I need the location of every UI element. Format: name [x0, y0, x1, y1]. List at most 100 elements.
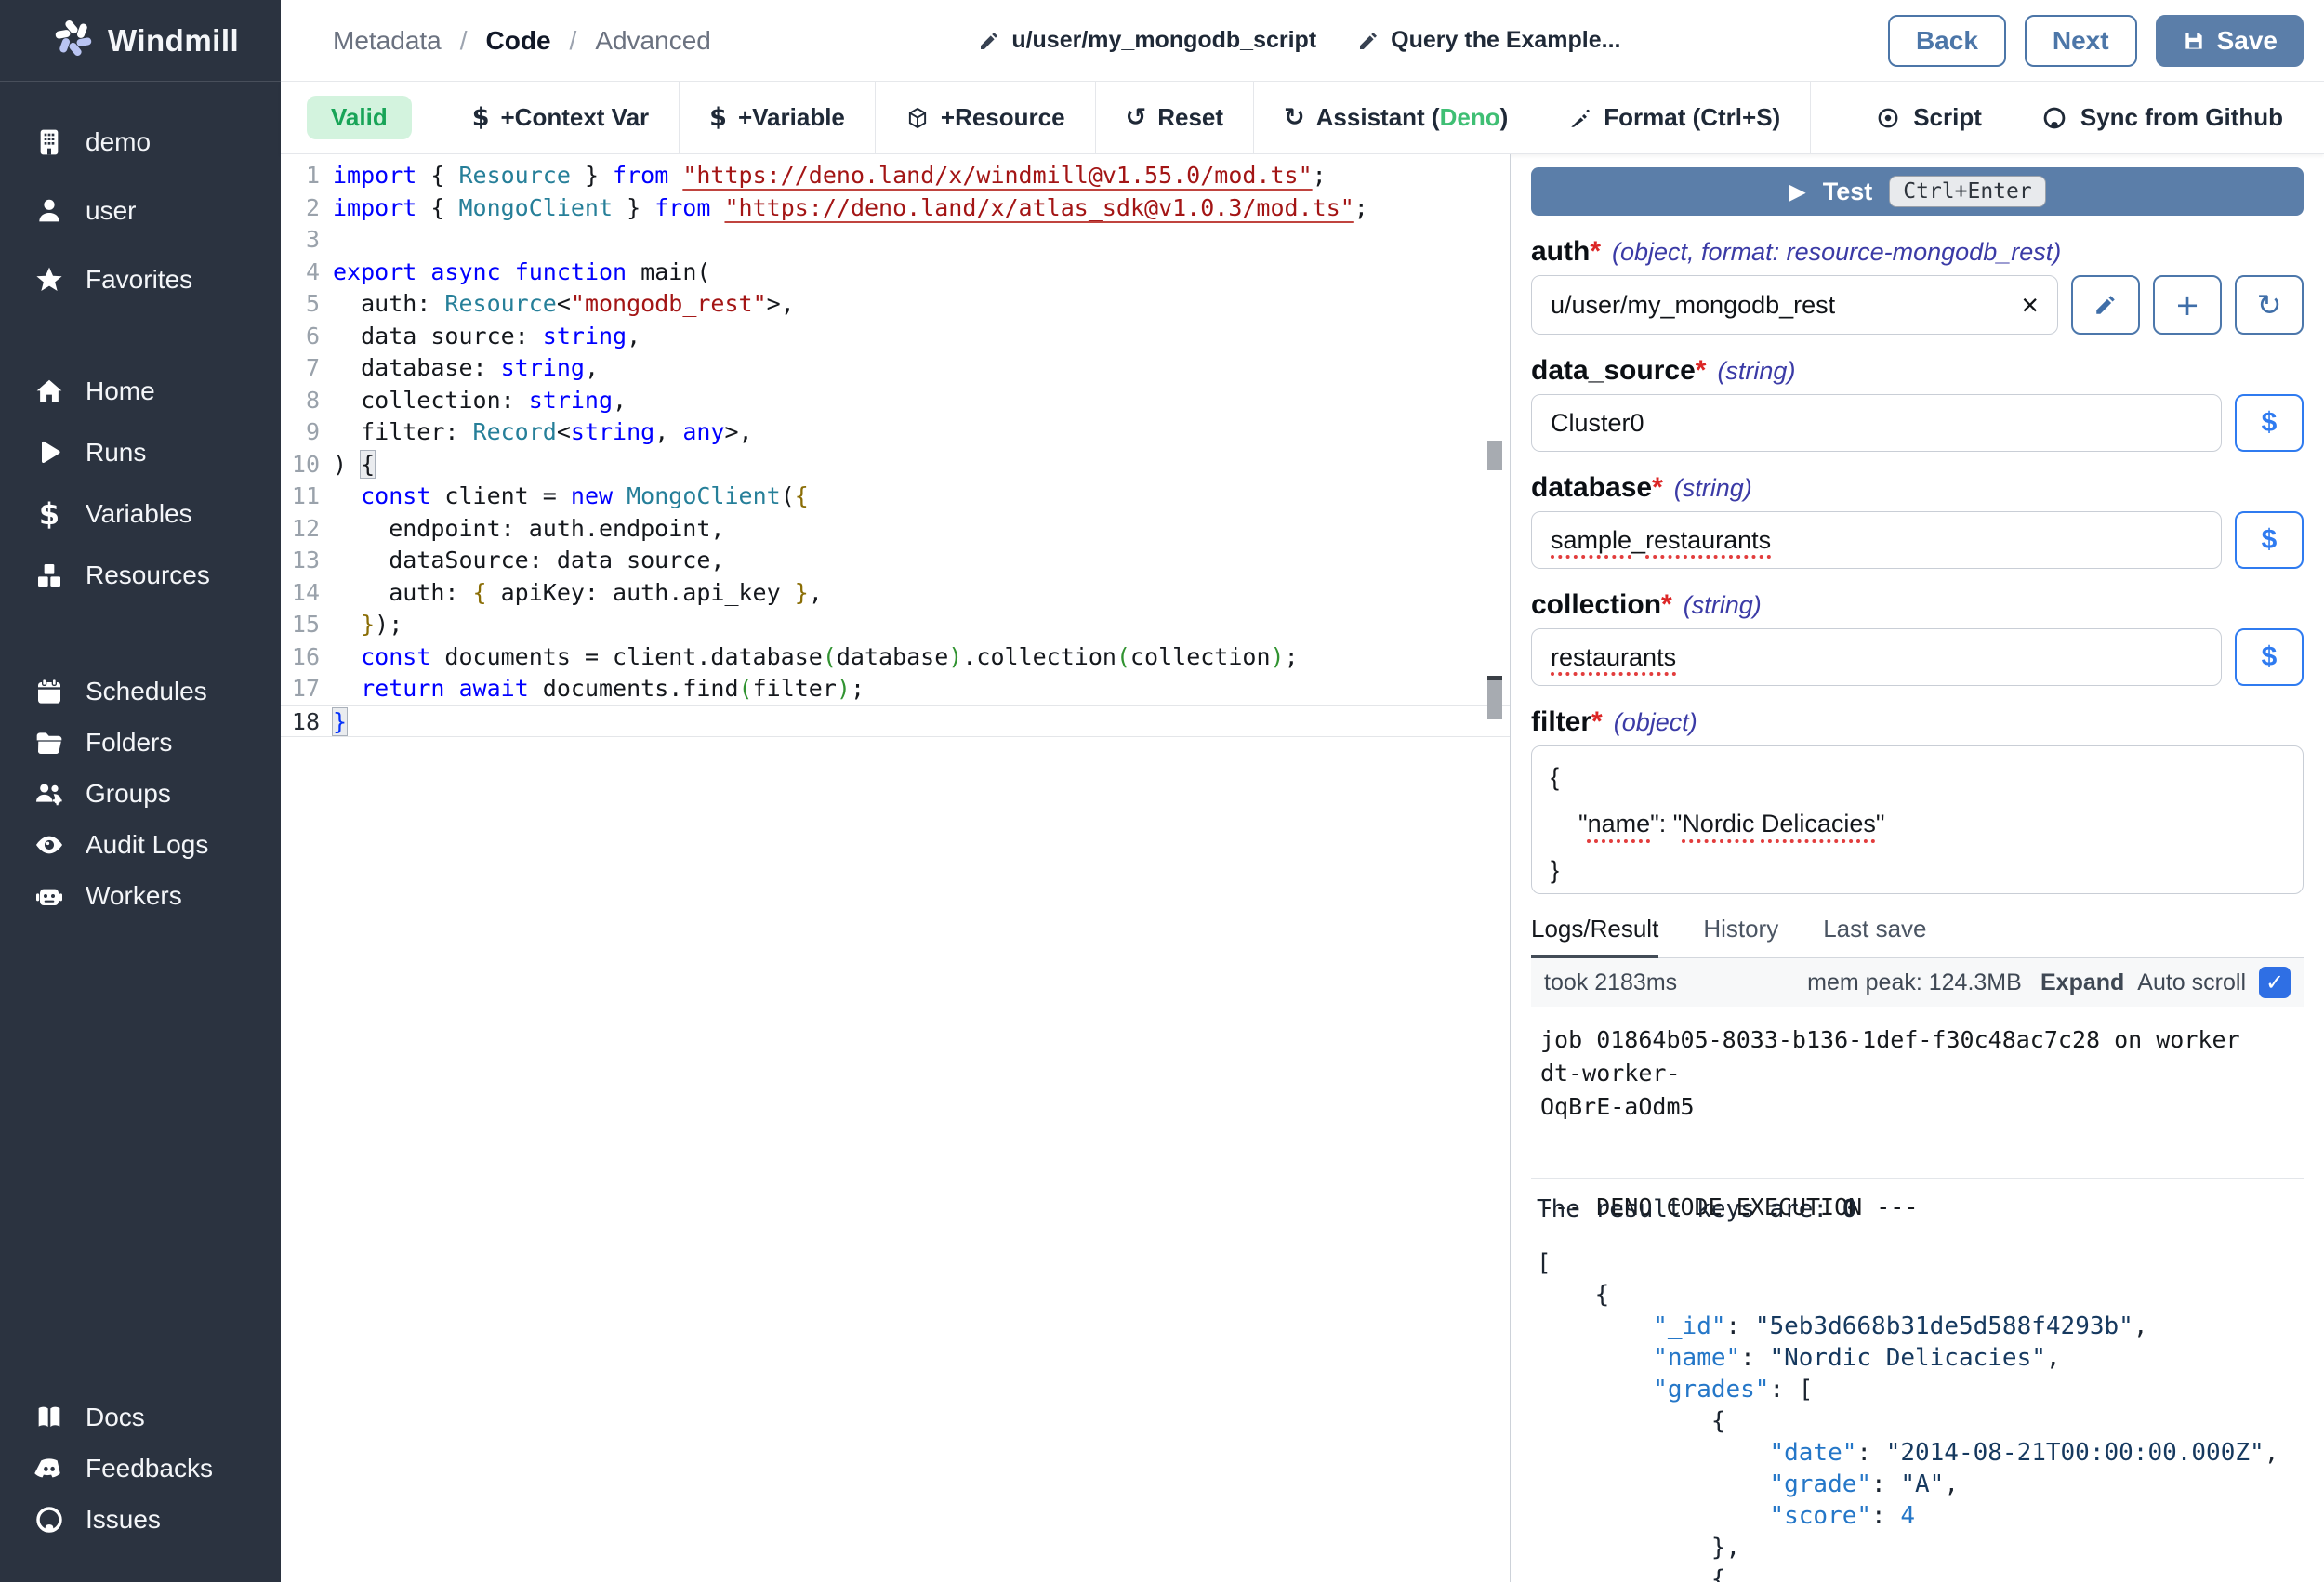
target-icon: [1876, 106, 1900, 130]
code-line[interactable]: 17 return await documents.find(filter);: [281, 673, 1510, 705]
topbar: Metadata / Code / Advanced u/user/my_mon…: [281, 0, 2324, 82]
code-line[interactable]: 6 data_source: string,: [281, 321, 1510, 353]
code-line[interactable]: 16 const documents = client.database(dat…: [281, 641, 1510, 674]
pencil-icon: [2093, 293, 2118, 317]
editor-scrollbar[interactable]: [1482, 154, 1510, 1582]
code-line[interactable]: 7 database: string,: [281, 352, 1510, 385]
wand-icon: [1568, 106, 1592, 130]
database-input[interactable]: sample_restaurants: [1531, 511, 2222, 569]
sidebar-item-feedbacks[interactable]: Feedbacks: [0, 1443, 281, 1494]
filter-json-editor[interactable]: { "name": "Nordic Delicacies"}: [1531, 745, 2304, 894]
windmill-logo[interactable]: Windmill: [0, 0, 281, 82]
script-summary-edit[interactable]: Query the Example...: [1357, 27, 1620, 54]
sidebar-item-workers[interactable]: Workers: [0, 870, 281, 921]
next-button[interactable]: Next: [2025, 15, 2137, 67]
sidebar-item-issues[interactable]: Issues: [0, 1494, 281, 1545]
sidebar-item-schedules[interactable]: Schedules: [0, 666, 281, 717]
code-editor[interactable]: 1import { Resource } from "https://deno.…: [281, 154, 1510, 1582]
windmill-app: Windmill demo user: [0, 0, 2324, 1582]
assistant-button[interactable]: ↻ Assistant (Deno): [1254, 82, 1538, 153]
code-line[interactable]: 3: [281, 224, 1510, 257]
user-label: user: [86, 196, 136, 226]
data-source-input[interactable]: Cluster0: [1531, 394, 2222, 452]
job-log: job 01864b05-8033-b136-1def-f30c48ac7c28…: [1531, 1007, 2304, 1178]
valid-badge: Valid: [307, 96, 412, 139]
book-icon: [33, 1402, 65, 1433]
dollar-icon: $: [709, 103, 727, 132]
sidebar-item-docs[interactable]: Docs: [0, 1391, 281, 1443]
expand-button[interactable]: Expand: [2040, 969, 2124, 996]
sidebar-item-workspace[interactable]: demo: [0, 108, 281, 177]
script-path-edit[interactable]: u/user/my_mongodb_script: [978, 27, 1316, 54]
nav-label: Groups: [86, 779, 171, 809]
auth-resource-input[interactable]: u/user/my_mongodb_rest ×: [1531, 275, 2058, 335]
sync-from-github-button[interactable]: Sync from Github: [2041, 103, 2283, 132]
sidebar-item-favorites[interactable]: Favorites: [0, 245, 281, 314]
refresh-resource-button[interactable]: ↻: [2235, 275, 2304, 335]
nav-label: Home: [86, 376, 155, 406]
favorites-label: Favorites: [86, 265, 192, 295]
sidebar-item-runs[interactable]: Runs: [0, 422, 281, 483]
topbar-buttons: Back Next Save: [1888, 15, 2304, 67]
code-line[interactable]: 15 });: [281, 609, 1510, 641]
sidebar-admin-nav: Schedules Folders Groups: [0, 666, 281, 921]
tab-logs-result[interactable]: Logs/Result: [1531, 915, 1658, 958]
add-resource-button-small[interactable]: +: [2153, 275, 2222, 335]
code-line[interactable]: 9 filter: Record<string, any>,: [281, 416, 1510, 449]
sidebar-item-folders[interactable]: Folders: [0, 717, 281, 768]
tab-metadata[interactable]: Metadata: [333, 26, 442, 56]
autoscroll-label: Auto scroll: [2137, 969, 2246, 996]
tab-advanced[interactable]: Advanced: [595, 26, 711, 56]
code-line[interactable]: 8 collection: string,: [281, 385, 1510, 417]
run-duration: took 2183ms: [1544, 969, 1677, 996]
format-button[interactable]: Format (Ctrl+S): [1538, 82, 1811, 153]
add-context-var-button[interactable]: $ +Context Var: [442, 82, 680, 153]
collection-field-row: restaurants $: [1531, 628, 2304, 686]
save-button[interactable]: Save: [2156, 15, 2304, 67]
breadcrumb: Metadata / Code / Advanced: [333, 26, 711, 56]
code-line[interactable]: 4export async function main(: [281, 257, 1510, 289]
code-line[interactable]: 11 const client = new MongoClient({: [281, 481, 1510, 513]
result-tabs: Logs/Result History Last save: [1531, 915, 2304, 958]
folder-icon: [33, 727, 65, 758]
sidebar-item-variables[interactable]: $ Variables: [0, 483, 281, 545]
code-line[interactable]: 18}: [281, 705, 1510, 738]
eye-icon: [33, 829, 65, 861]
collection-input[interactable]: restaurants: [1531, 628, 2222, 686]
sidebar-item-audit-logs[interactable]: Audit Logs: [0, 819, 281, 870]
code-line[interactable]: 5 auth: Resource<"mongodb_rest">,: [281, 288, 1510, 321]
add-resource-button[interactable]: +Resource: [876, 82, 1096, 153]
tab-code[interactable]: Code: [486, 26, 551, 56]
code-line[interactable]: 1import { Resource } from "https://deno.…: [281, 160, 1510, 192]
clear-icon[interactable]: ×: [2021, 290, 2039, 320]
back-button[interactable]: Back: [1888, 15, 2006, 67]
test-button[interactable]: ▶ Test Ctrl+Enter: [1531, 167, 2304, 216]
sidebar-item-resources[interactable]: Resources: [0, 545, 281, 606]
database-field-label: database* (string): [1531, 472, 2304, 504]
code-line[interactable]: 13 dataSource: data_source,: [281, 545, 1510, 577]
brand-name: Windmill: [108, 23, 239, 59]
add-variable-button[interactable]: $ +Variable: [680, 82, 876, 153]
sidebar-item-groups[interactable]: Groups: [0, 768, 281, 819]
autoscroll-checkbox[interactable]: ✓: [2259, 967, 2291, 998]
sidebar-item-user[interactable]: user: [0, 177, 281, 245]
user-icon: [33, 195, 65, 227]
code-line[interactable]: 14 auth: { apiKey: auth.api_key },: [281, 577, 1510, 610]
data-source-field-row: Cluster0 $: [1531, 394, 2304, 452]
code-line[interactable]: 10) {: [281, 449, 1510, 481]
result-json-viewer[interactable]: The result keys are: 0[ { "_id": "5eb3d6…: [1531, 1179, 2304, 1582]
tab-history[interactable]: History: [1703, 915, 1778, 957]
sidebar-item-home[interactable]: Home: [0, 361, 281, 422]
reset-button[interactable]: ↺ Reset: [1096, 82, 1254, 153]
code-line[interactable]: 2import { MongoClient } from "https://de…: [281, 192, 1510, 225]
dollar-icon: $: [33, 498, 65, 530]
script-kind-button[interactable]: Script: [1876, 103, 1982, 132]
data-source-var-button[interactable]: $: [2235, 394, 2304, 452]
tab-last-save[interactable]: Last save: [1823, 915, 1926, 957]
content: 1import { Resource } from "https://deno.…: [281, 154, 2324, 1582]
database-var-button[interactable]: $: [2235, 511, 2304, 569]
cubes-icon: [33, 560, 65, 591]
collection-var-button[interactable]: $: [2235, 628, 2304, 686]
edit-resource-button[interactable]: [2071, 275, 2140, 335]
code-line[interactable]: 12 endpoint: auth.endpoint,: [281, 513, 1510, 546]
